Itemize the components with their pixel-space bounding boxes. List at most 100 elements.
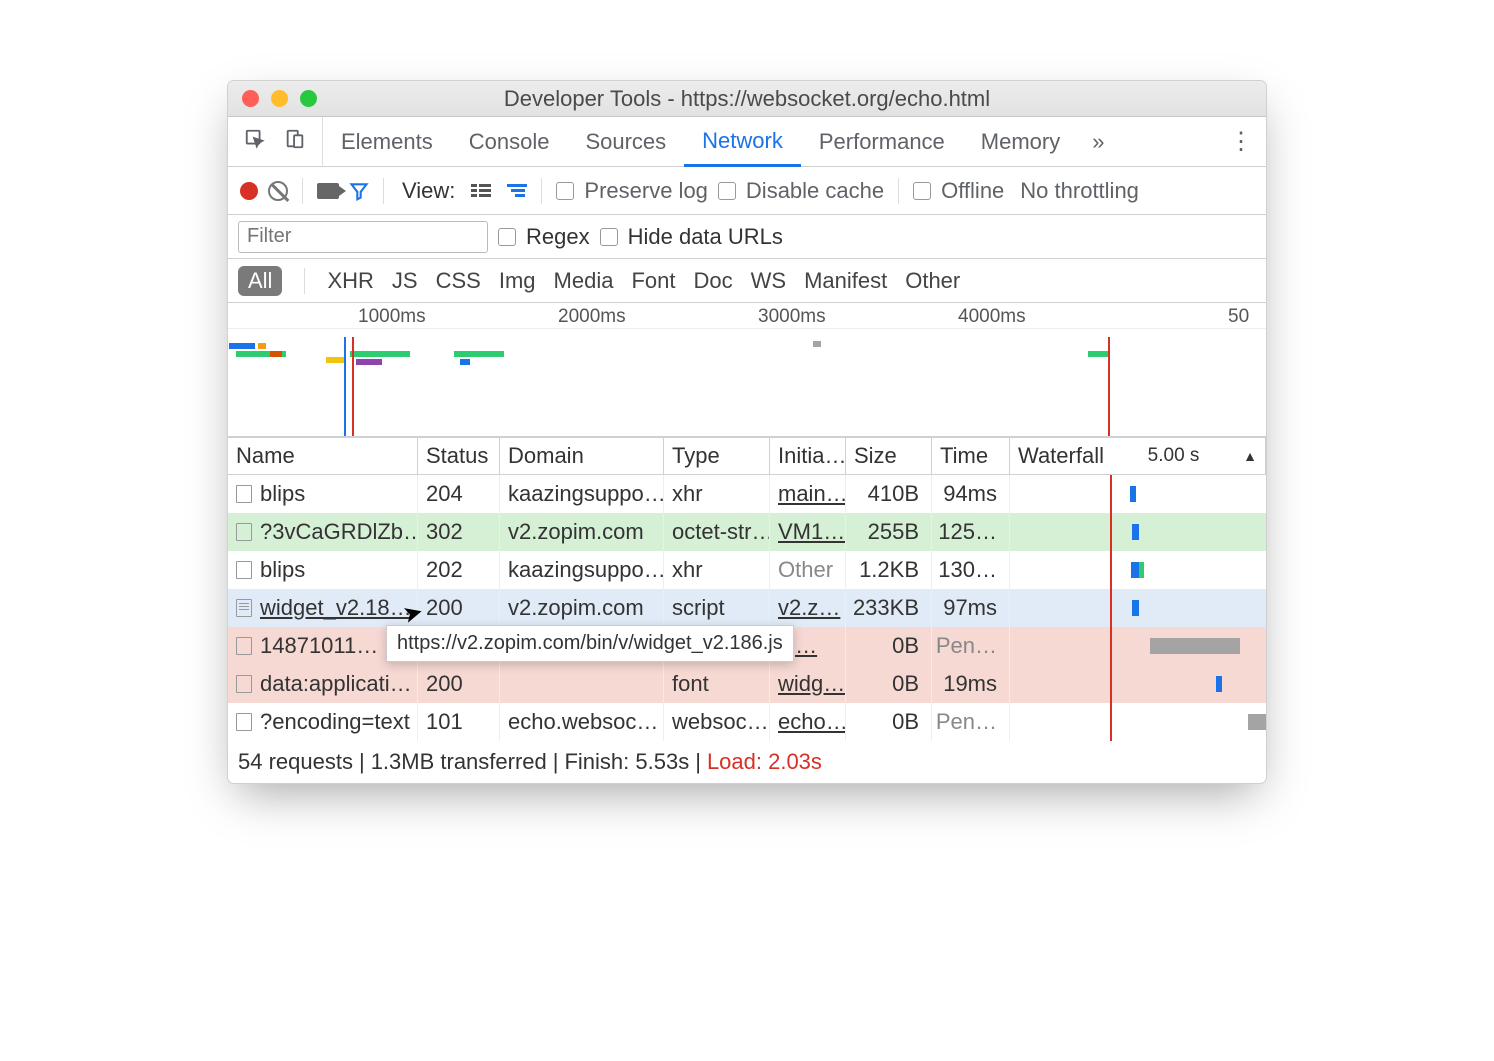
waterfall-cell <box>1010 665 1266 703</box>
filter-input[interactable] <box>238 221 488 253</box>
large-rows-icon[interactable] <box>471 184 491 197</box>
record-button[interactable] <box>240 182 258 200</box>
titlebar: Developer Tools - https://websocket.org/… <box>228 81 1266 117</box>
status-load: Load: 2.03s <box>707 749 822 775</box>
inspect-element-icon[interactable] <box>244 128 266 156</box>
preserve-log-checkbox[interactable] <box>556 182 574 200</box>
status-bar: 54 requests | 1.3MB transferred | Finish… <box>228 741 1266 783</box>
tab-performance[interactable]: Performance <box>801 117 963 166</box>
timeline-tick: 2000ms <box>558 306 626 328</box>
table-row[interactable]: data:applicati…200fontwidg…0B19ms <box>228 665 1266 703</box>
request-name: ?encoding=text <box>260 709 410 735</box>
file-icon <box>236 637 252 655</box>
col-waterfall[interactable]: Waterfall 5.00 s ▲ <box>1010 438 1266 474</box>
file-icon <box>236 561 252 579</box>
status-requests: 54 requests <box>238 749 353 775</box>
network-toolbar: View: Preserve log Disable cache Offline… <box>228 167 1266 215</box>
type-filter-manifest[interactable]: Manifest <box>804 268 887 294</box>
minimize-button[interactable] <box>271 90 288 107</box>
file-icon <box>236 599 252 617</box>
tab-elements[interactable]: Elements <box>323 117 451 166</box>
tab-network[interactable]: Network <box>684 118 801 167</box>
window-title: Developer Tools - https://websocket.org/… <box>240 86 1254 112</box>
waterfall-cell <box>1010 627 1266 665</box>
timeline-tick: 4000ms <box>958 306 1026 328</box>
table-header: Name Status Domain Type Initia… Size Tim… <box>228 437 1266 475</box>
menu-icon[interactable]: ⋮ <box>1229 127 1252 156</box>
waterfall-cell <box>1010 551 1266 589</box>
file-icon <box>236 485 252 503</box>
type-filter-other[interactable]: Other <box>905 268 960 294</box>
devtools-window: Developer Tools - https://websocket.org/… <box>227 80 1267 784</box>
waterfall-view-icon[interactable] <box>507 184 527 197</box>
table-row[interactable]: ?encoding=text101echo.websoc…websoc…echo… <box>228 703 1266 741</box>
request-name: blips <box>260 557 305 583</box>
disable-cache-checkbox[interactable] <box>718 182 736 200</box>
filter-icon[interactable] <box>349 181 369 201</box>
col-type[interactable]: Type <box>664 438 770 474</box>
request-list: blips204kaazingsuppo…xhrmain…410B94ms?3v… <box>228 475 1266 741</box>
table-row[interactable]: widget_v2.18…200v2.zopim.comscriptv2.z…2… <box>228 589 1266 627</box>
maximize-button[interactable] <box>300 90 317 107</box>
tab-memory[interactable]: Memory <box>963 117 1078 166</box>
disable-cache-label[interactable]: Disable cache <box>746 178 884 204</box>
view-label: View: <box>402 178 455 204</box>
throttling-dropdown[interactable]: No throttling <box>1020 178 1139 204</box>
col-size[interactable]: Size <box>846 438 932 474</box>
type-filter-css[interactable]: CSS <box>436 268 481 294</box>
close-button[interactable] <box>242 90 259 107</box>
waterfall-cell <box>1010 475 1266 513</box>
type-filter-font[interactable]: Font <box>631 268 675 294</box>
type-filter-doc[interactable]: Doc <box>693 268 732 294</box>
tooltip: https://v2.zopim.com/bin/v/widget_v2.186… <box>386 625 794 662</box>
type-filter-all[interactable]: All <box>238 266 282 296</box>
request-name: ?3vCaGRDlZb… <box>260 519 418 545</box>
regex-label[interactable]: Regex <box>526 224 590 250</box>
tab-bar: ElementsConsoleSourcesNetworkPerformance… <box>228 117 1266 167</box>
type-filter-ws[interactable]: WS <box>751 268 786 294</box>
type-filter-xhr[interactable]: XHR <box>327 268 373 294</box>
timeline-tick: 1000ms <box>358 306 426 328</box>
request-name: widget_v2.18… <box>260 595 412 621</box>
status-finish: Finish: 5.53s <box>564 749 689 775</box>
filter-bar: Regex Hide data URLs <box>228 215 1266 259</box>
timeline-overview[interactable]: 1000ms 2000ms 3000ms 4000ms 50 <box>228 303 1266 437</box>
col-domain[interactable]: Domain <box>500 438 664 474</box>
table-row[interactable]: blips204kaazingsuppo…xhrmain…410B94ms <box>228 475 1266 513</box>
device-toolbar-icon[interactable] <box>284 128 306 156</box>
offline-checkbox[interactable] <box>913 182 931 200</box>
tab-console[interactable]: Console <box>451 117 568 166</box>
request-name: blips <box>260 481 305 507</box>
file-icon <box>236 713 252 731</box>
regex-checkbox[interactable] <box>498 228 516 246</box>
type-filter-js[interactable]: JS <box>392 268 418 294</box>
waterfall-cell <box>1010 589 1266 627</box>
file-icon <box>236 675 252 693</box>
timeline-tick: 3000ms <box>758 306 826 328</box>
request-name: 14871011… <box>260 633 378 659</box>
waterfall-cell <box>1010 703 1266 741</box>
clear-button[interactable] <box>268 181 288 201</box>
col-initiator[interactable]: Initia… <box>770 438 846 474</box>
file-icon <box>236 523 252 541</box>
offline-label[interactable]: Offline <box>941 178 1004 204</box>
window-controls <box>242 90 317 107</box>
col-status[interactable]: Status <box>418 438 500 474</box>
timeline-tick: 50 <box>1228 306 1249 328</box>
col-name[interactable]: Name <box>228 438 418 474</box>
hide-data-urls-label[interactable]: Hide data URLs <box>628 224 783 250</box>
table-row[interactable]: ?3vCaGRDlZb…302v2.zopim.comoctet-str…VM1… <box>228 513 1266 551</box>
type-filter-img[interactable]: Img <box>499 268 536 294</box>
hide-data-urls-checkbox[interactable] <box>600 228 618 246</box>
preserve-log-label[interactable]: Preserve log <box>584 178 708 204</box>
type-filters: All XHR JS CSS Img Media Font Doc WS Manifest Othe… <box>228 259 1266 303</box>
tab-sources[interactable]: Sources <box>567 117 684 166</box>
waterfall-cell <box>1010 513 1266 551</box>
more-tabs-icon[interactable]: » <box>1078 129 1118 155</box>
table-row[interactable]: blips202kaazingsuppo…xhrOther1.2KB130… <box>228 551 1266 589</box>
request-name: data:applicati… <box>260 671 412 697</box>
type-filter-media[interactable]: Media <box>554 268 614 294</box>
col-time[interactable]: Time <box>932 438 1010 474</box>
status-transferred: 1.3MB transferred <box>371 749 547 775</box>
screenshot-icon[interactable] <box>317 183 339 199</box>
